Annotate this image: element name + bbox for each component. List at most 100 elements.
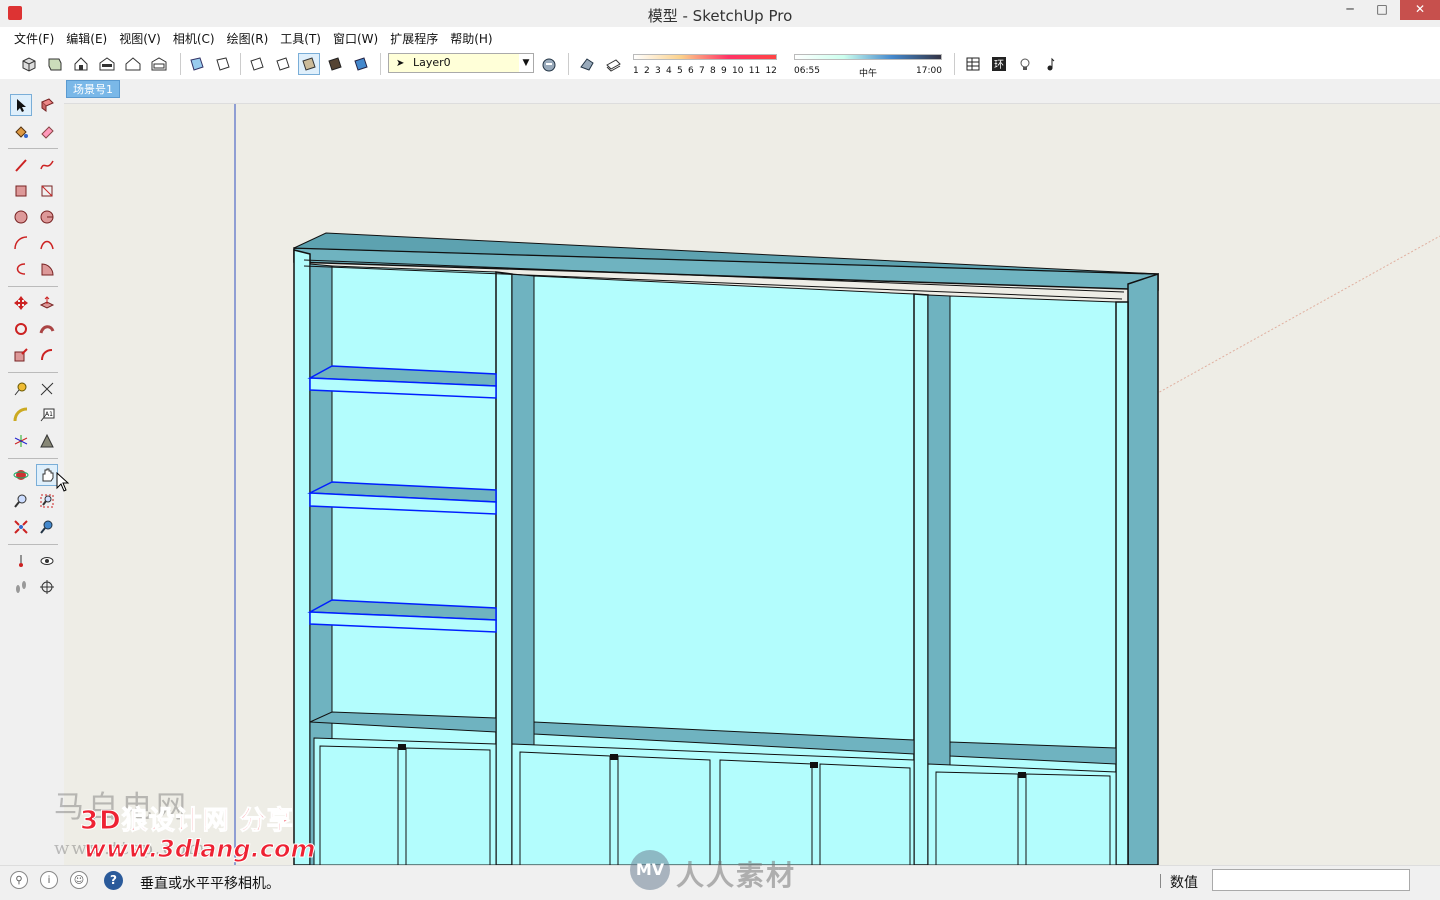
zoom-window-tool[interactable]: [36, 490, 58, 512]
extra-toolbar: 环: [962, 51, 1062, 77]
chevron-down-icon[interactable]: ▼: [519, 58, 533, 68]
pan-tool[interactable]: [36, 464, 58, 486]
tape-measure-tool[interactable]: [10, 378, 32, 400]
zoom-extents-tool[interactable]: [10, 516, 32, 538]
zoom-tool[interactable]: [10, 490, 32, 512]
menu-view[interactable]: 视图(V): [113, 30, 167, 47]
paint-bucket-tool[interactable]: [10, 120, 32, 142]
shaded-icon[interactable]: [298, 53, 320, 75]
eraser-tool[interactable]: [36, 120, 58, 142]
circle-tool[interactable]: [10, 206, 32, 228]
polygon-tool[interactable]: [36, 206, 58, 228]
maximize-button[interactable]: □: [1366, 0, 1398, 20]
orbit-tool[interactable]: [10, 464, 32, 486]
user-account-icon[interactable]: ☺: [70, 871, 88, 889]
previous-view-tool[interactable]: [36, 516, 58, 538]
mouse-cursor-icon: [56, 472, 70, 492]
month-gradient-bar[interactable]: [633, 54, 777, 60]
3d-text-tool[interactable]: [36, 430, 58, 452]
select-tool[interactable]: [10, 94, 32, 116]
shadow-time-slider[interactable]: 06:55 中午 17:00: [794, 54, 942, 79]
minimize-button[interactable]: ─: [1334, 0, 1366, 20]
pie-tool[interactable]: [36, 258, 58, 280]
xray-icon[interactable]: [186, 53, 208, 75]
menu-extensions[interactable]: 扩展程序: [384, 30, 444, 47]
measurements-divider: [1160, 874, 1161, 888]
title-bar: 模型 - SketchUp Pro ─ □ ✕: [0, 0, 1440, 27]
text-tool[interactable]: A1: [36, 404, 58, 426]
menu-edit[interactable]: 编辑(E): [60, 30, 113, 47]
month-label: 9: [721, 66, 727, 76]
dimension-tool[interactable]: [36, 378, 58, 400]
front-view-icon[interactable]: [70, 53, 92, 75]
arc-tool[interactable]: [10, 232, 32, 254]
watermark-site-name: 3D狼设计网 分享: [80, 806, 294, 837]
monochrome-icon[interactable]: [350, 53, 372, 75]
menu-draw[interactable]: 绘图(R): [221, 30, 275, 47]
back-edges-icon[interactable]: [212, 53, 234, 75]
rotate-tool[interactable]: [10, 318, 32, 340]
month-label: 11: [748, 66, 761, 76]
position-camera-tool[interactable]: [10, 550, 32, 572]
month-label: 1: [633, 66, 639, 76]
credits-icon[interactable]: i: [40, 871, 58, 889]
geo-location-icon[interactable]: ⚲: [10, 871, 28, 889]
model-viewport[interactable]: [64, 104, 1440, 865]
scene-tab-strip: [0, 79, 1440, 104]
three-point-arc-tool[interactable]: [10, 258, 32, 280]
scale-tool[interactable]: [10, 344, 32, 366]
env-icon[interactable]: 环: [988, 53, 1010, 75]
table-icon[interactable]: [962, 53, 984, 75]
offset-tool[interactable]: [36, 344, 58, 366]
rectangle-tool[interactable]: [10, 180, 32, 202]
iso-view-icon[interactable]: [18, 53, 40, 75]
music-note-icon[interactable]: [1040, 53, 1062, 75]
measurements-label: 数值: [1170, 875, 1198, 891]
axes-tool[interactable]: [10, 430, 32, 452]
menu-window[interactable]: 窗口(W): [327, 30, 384, 47]
shadow-month-slider[interactable]: 1 2 3 4 5 6 7 8 9 10 11 12: [633, 54, 777, 78]
left-view-icon[interactable]: [148, 53, 170, 75]
time-start-label: 06:55: [794, 66, 820, 76]
menu-file[interactable]: 文件(F): [8, 30, 60, 47]
help-icon[interactable]: ?: [104, 871, 123, 890]
time-labels: 06:55 中午 17:00: [794, 66, 942, 79]
section-plane-tool[interactable]: [36, 576, 58, 598]
svg-text:环: 环: [994, 60, 1004, 71]
line-tool[interactable]: [10, 154, 32, 176]
two-point-arc-tool[interactable]: [36, 232, 58, 254]
time-mid-label: 中午: [858, 69, 877, 79]
measurements-input[interactable]: [1212, 869, 1410, 891]
layer-select[interactable]: Layer0 ▼: [388, 53, 534, 73]
push-pull-tool[interactable]: [36, 292, 58, 314]
move-tool[interactable]: [10, 292, 32, 314]
watermark-rr-text: 人人素材: [676, 859, 797, 892]
make-component-tool[interactable]: [36, 94, 58, 116]
lightbulb-icon[interactable]: [1014, 53, 1036, 75]
top-view-icon[interactable]: [44, 53, 66, 75]
freehand-tool[interactable]: [36, 154, 58, 176]
protractor-tool[interactable]: [10, 404, 32, 426]
layer-manager-icon[interactable]: [538, 53, 560, 75]
display-shadows-icon[interactable]: [602, 53, 624, 75]
wireframe-icon[interactable]: [246, 53, 268, 75]
month-label: 8: [710, 66, 716, 76]
menu-help[interactable]: 帮助(H): [444, 30, 498, 47]
time-gradient-bar[interactable]: [794, 54, 942, 60]
scene-tab-1[interactable]: 场景号1: [66, 80, 120, 98]
shaded-textures-icon[interactable]: [324, 53, 346, 75]
close-button[interactable]: ✕: [1400, 0, 1440, 20]
rotated-rectangle-tool[interactable]: [36, 180, 58, 202]
look-around-tool[interactable]: [36, 550, 58, 572]
back-view-icon[interactable]: [122, 53, 144, 75]
hidden-line-icon[interactable]: [272, 53, 294, 75]
shadow-settings-icon[interactable]: [576, 53, 598, 75]
walk-tool[interactable]: [10, 576, 32, 598]
right-view-icon[interactable]: [96, 53, 118, 75]
month-labels: 1 2 3 4 5 6 7 8 9 10 11 12: [633, 66, 777, 76]
menu-camera[interactable]: 相机(C): [167, 30, 221, 47]
month-label: 6: [688, 66, 694, 76]
follow-me-tool[interactable]: [36, 318, 58, 340]
month-label: 3: [655, 66, 661, 76]
menu-tools[interactable]: 工具(T): [274, 30, 327, 47]
